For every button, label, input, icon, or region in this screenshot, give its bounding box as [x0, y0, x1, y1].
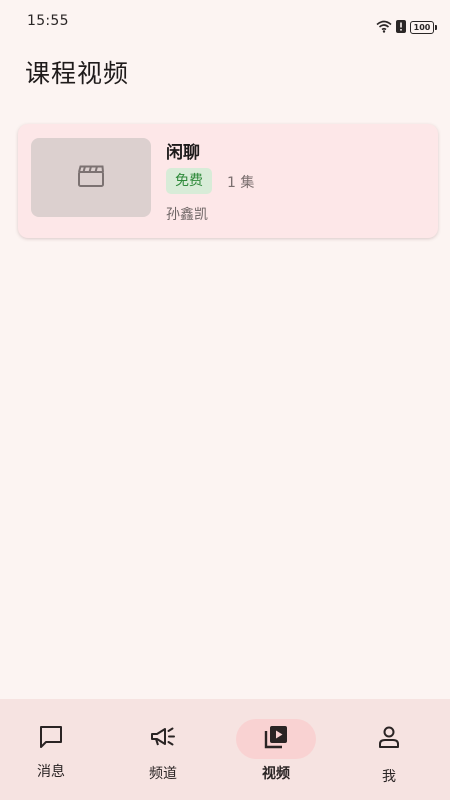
- screen: 15:55 100 课程视频 闲聊 免费 1 集 孙鑫凯 消息 频道 视频 我: [0, 0, 450, 800]
- battery-icon: 100: [410, 21, 437, 34]
- video-library-icon: [262, 723, 290, 755]
- nav-item-messages[interactable]: 消息: [1, 699, 101, 800]
- episode-count: 1 集: [227, 175, 255, 191]
- clapperboard-icon: [77, 164, 105, 192]
- nav-item-me[interactable]: 我: [339, 699, 439, 800]
- nav-label-me: 我: [382, 769, 396, 785]
- course-thumbnail: [31, 138, 151, 217]
- page-title: 课程视频: [25, 59, 130, 88]
- wifi-icon: [376, 18, 392, 37]
- status-bar: 15:55 100: [0, 0, 450, 44]
- message-icon: [38, 724, 64, 754]
- status-time: 15:55: [27, 13, 69, 29]
- nav-icon-container: [123, 719, 203, 759]
- nav-label-messages: 消息: [37, 764, 65, 780]
- nav-icon-container: [11, 719, 91, 759]
- course-card[interactable]: 闲聊 免费 1 集 孙鑫凯: [18, 124, 438, 238]
- nav-label-video: 视频: [262, 766, 290, 782]
- alert-icon: [396, 18, 406, 37]
- teacher-name: 孙鑫凯: [166, 207, 208, 223]
- course-title: 闲聊: [166, 143, 200, 163]
- nav-label-channels: 频道: [149, 766, 177, 782]
- nav-icon-container-active: [236, 719, 316, 759]
- nav-item-video[interactable]: 视频: [226, 699, 326, 800]
- bottom-navigation: 消息 频道 视频 我: [0, 699, 450, 800]
- free-badge: 免费: [166, 168, 212, 194]
- megaphone-icon: [149, 724, 177, 754]
- status-icons: 100: [376, 18, 437, 37]
- nav-icon-container: [349, 719, 429, 759]
- person-icon: [376, 724, 402, 754]
- nav-item-channels[interactable]: 频道: [113, 699, 213, 800]
